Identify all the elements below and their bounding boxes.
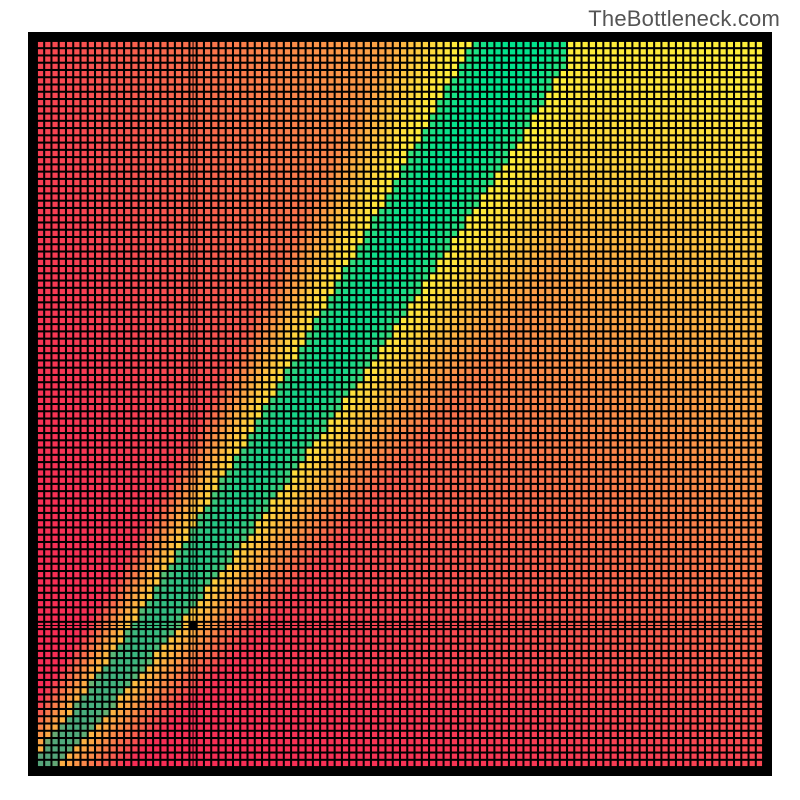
heatmap-plot xyxy=(28,32,772,776)
heatmap-canvas xyxy=(28,32,772,776)
chart-container: TheBottleneck.com xyxy=(0,0,800,800)
watermark-text: TheBottleneck.com xyxy=(588,6,780,32)
